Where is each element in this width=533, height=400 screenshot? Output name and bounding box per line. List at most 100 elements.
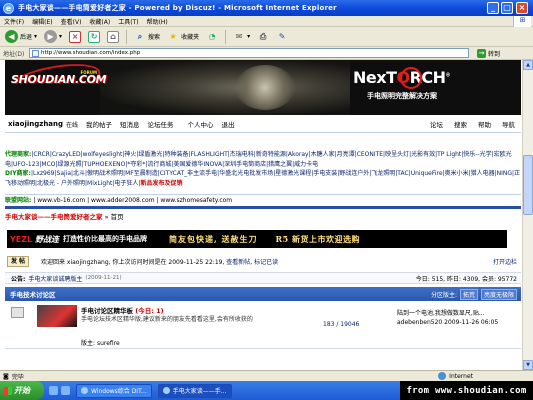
my-posts-link[interactable]: 我的帖子: [86, 119, 112, 129]
moderator-1[interactable]: 拓荒: [459, 288, 478, 300]
ie-icon: e: [3, 2, 14, 14]
nextorch-circle: [400, 67, 422, 89]
nextorch-tagline: 手电照明完整解决方案: [367, 92, 437, 100]
online-status: 在线: [66, 121, 79, 129]
site-logo[interactable]: SHOUDIAN.COM FORUM: [7, 60, 107, 102]
last-post-title[interactable]: 陆到一个电池,我想做数显尺,贴...: [397, 309, 517, 318]
logout-link[interactable]: 退出: [222, 119, 235, 129]
zone-label: Internet: [449, 372, 473, 380]
username[interactable]: xiaojingzhang: [8, 120, 63, 128]
back-button[interactable]: ◀ 后退 ▾: [3, 29, 39, 45]
mark-read-link[interactable]: 标记已读: [254, 259, 278, 266]
nav-search[interactable]: 搜索: [454, 119, 467, 129]
quick-launch-desktop-icon[interactable]: [61, 386, 70, 395]
new-posts-link[interactable]: 查看新帖: [226, 259, 250, 266]
page-icon: [32, 49, 39, 57]
divider-bar: [5, 206, 521, 209]
diy-links[interactable]: |Lxz969|Sajia|北斗|傲明战术照明|MF至晨制造|CITYCAT_非…: [5, 170, 520, 187]
yezl-ad-banner[interactable]: YEZL 野战连 打造性价比最高的手电品牌 简友包快递, 送赦生刀 R5 新货上…: [7, 230, 507, 248]
stop-button[interactable]: ×: [67, 29, 83, 45]
scroll-up-icon[interactable]: ▲: [523, 60, 533, 70]
taskbar-item-2-label: 手电大家谈——手...: [172, 388, 227, 395]
scroll-down-icon[interactable]: ▼: [523, 360, 533, 370]
last-post-time: 2009-11-26 06:05: [444, 319, 499, 326]
edit-icon: ✎: [278, 32, 286, 41]
globe-icon: [438, 372, 447, 380]
welcome-row: 发 帖 欢迎回来 xiaojingzhang, 你上次访问时间是在 2009-1…: [5, 254, 521, 268]
vertical-scrollbar[interactable]: ▲ ▼: [522, 60, 533, 370]
sponsor-links: 代理商家:|CRCR|CrazyLED|wolfeyeslight|神火|绿盾激…: [5, 150, 521, 188]
nav-navigation[interactable]: 导航: [502, 119, 515, 129]
last-post-user[interactable]: adebenben520: [397, 319, 442, 326]
history-button[interactable]: ◔: [204, 29, 220, 45]
moderator-label: 分区版主:: [430, 291, 457, 299]
nextorch-reg: ®: [445, 72, 451, 79]
forum-counts: 183 / 19046: [323, 321, 359, 328]
breadcrumb-site[interactable]: 手电大家谈——手电筒爱好者之家: [5, 213, 103, 221]
forum-thumbnail[interactable]: [37, 305, 77, 327]
address-input[interactable]: http://www.shoudian.com/index.php: [29, 48, 469, 58]
home-button[interactable]: ⌂: [105, 29, 121, 45]
menu-file[interactable]: 文件(F): [4, 17, 24, 26]
refresh-button[interactable]: ↻: [86, 29, 102, 45]
go-button[interactable]: → 转到: [477, 48, 500, 58]
nextorch-ad[interactable]: NexTORCH® 手电照明完整解决方案: [353, 67, 518, 108]
messages-link[interactable]: 短消息: [120, 119, 140, 129]
search-button[interactable]: ⌕ 搜索: [132, 29, 162, 45]
forum-last-post: 陆到一个电池,我想做数显尺,贴... adebenben520 2009-11-…: [397, 309, 517, 327]
new-products-link[interactable]: 新品发布及促销: [140, 180, 182, 187]
title-bar[interactable]: e 手电大家谈——手电筒爱好者之家 - Powered by Discuz! -…: [0, 0, 533, 16]
forum-moderator-label: 版主:: [81, 340, 96, 347]
mail-button[interactable]: ✉ ▾: [231, 29, 252, 45]
profile-link[interactable]: 个人中心: [188, 119, 214, 129]
back-arrow-icon: ◀: [5, 30, 18, 43]
menu-edit[interactable]: 编辑(E): [32, 17, 52, 26]
logo-sub: FORUM: [80, 70, 97, 75]
forum-status-icon: [11, 307, 24, 318]
close-button[interactable]: ×: [516, 2, 528, 14]
breadcrumb-current: 首页: [110, 213, 124, 221]
print-button[interactable]: ⎙: [255, 29, 271, 45]
address-label: 地址(D): [3, 50, 25, 58]
minimize-button[interactable]: _: [487, 2, 499, 14]
quick-launch-ie-icon[interactable]: [49, 386, 58, 395]
moderator-2[interactable]: 亮度无极限: [480, 288, 517, 300]
taskbar-item-2[interactable]: 手电大家谈——手...: [157, 383, 232, 398]
ad-brand-b: 野战连: [34, 234, 59, 244]
status-bar: ◙ 完毕 Internet: [0, 370, 533, 381]
scroll-thumb[interactable]: [523, 155, 533, 215]
address-bar: 地址(D) http://www.shoudian.com/index.php …: [0, 47, 533, 60]
taskbar-item-1[interactable]: Windows综合 DIT...: [76, 383, 152, 398]
maximize-button[interactable]: □: [501, 2, 513, 14]
new-post-button[interactable]: 发 帖: [7, 255, 29, 267]
category-header[interactable]: 手电技术讨论区 分区版主: 拓荒 亮度无极限: [5, 287, 521, 301]
menu-favorites[interactable]: 收藏(A): [89, 17, 110, 26]
star-icon: ★: [169, 32, 177, 41]
taskbar-item-1-label: Windows综合 DIT...: [91, 388, 147, 395]
forward-button[interactable]: ▶ ▾: [42, 29, 64, 45]
open-sidebar-link[interactable]: 打开边栏: [493, 257, 517, 266]
dealer-links[interactable]: |CRCR|CrazyLED|wolfeyeslight|神火|绿盾激光|特种装…: [5, 151, 512, 168]
breadcrumb: 手电大家谈——手电筒爱好者之家 » 首页: [5, 211, 521, 223]
edit-button[interactable]: ✎: [274, 29, 290, 45]
category-name[interactable]: 手电技术讨论区: [10, 289, 56, 299]
banner-light-spot: [235, 65, 295, 110]
nav-forum[interactable]: 论坛: [430, 119, 443, 129]
forum-tasks-link[interactable]: 论坛任务: [148, 119, 174, 129]
menu-help[interactable]: 帮助(H): [147, 17, 168, 26]
favorites-button[interactable]: ★ 收藏夹: [165, 29, 201, 45]
ad-brand: YEZL 野战连: [10, 234, 59, 245]
menu-view[interactable]: 查看(V): [61, 17, 82, 26]
announcement-link[interactable]: 手电大家谈诚聘版主: [28, 274, 82, 283]
chevron-down-icon: ▾: [247, 33, 251, 40]
forum-moderator: 版主: surefire: [81, 338, 120, 347]
alliance-links[interactable]: | www.vb-16.com | www.adder2008.com | ww…: [33, 197, 232, 204]
menu-tools[interactable]: 工具(T): [118, 17, 138, 26]
forum-name-link[interactable]: 手电讨论区精华板: [81, 307, 133, 315]
site-banner: SHOUDIAN.COM FORUM NexTORCH® 手电照明完整解决方案: [5, 60, 521, 115]
start-button[interactable]: 开始: [0, 381, 44, 400]
forum-moderator-name[interactable]: surefire: [97, 340, 120, 347]
nav-help[interactable]: 帮助: [478, 119, 491, 129]
refresh-icon: ↻: [88, 30, 101, 43]
ad-promo: R5 新货上市欢迎选购: [275, 233, 361, 244]
